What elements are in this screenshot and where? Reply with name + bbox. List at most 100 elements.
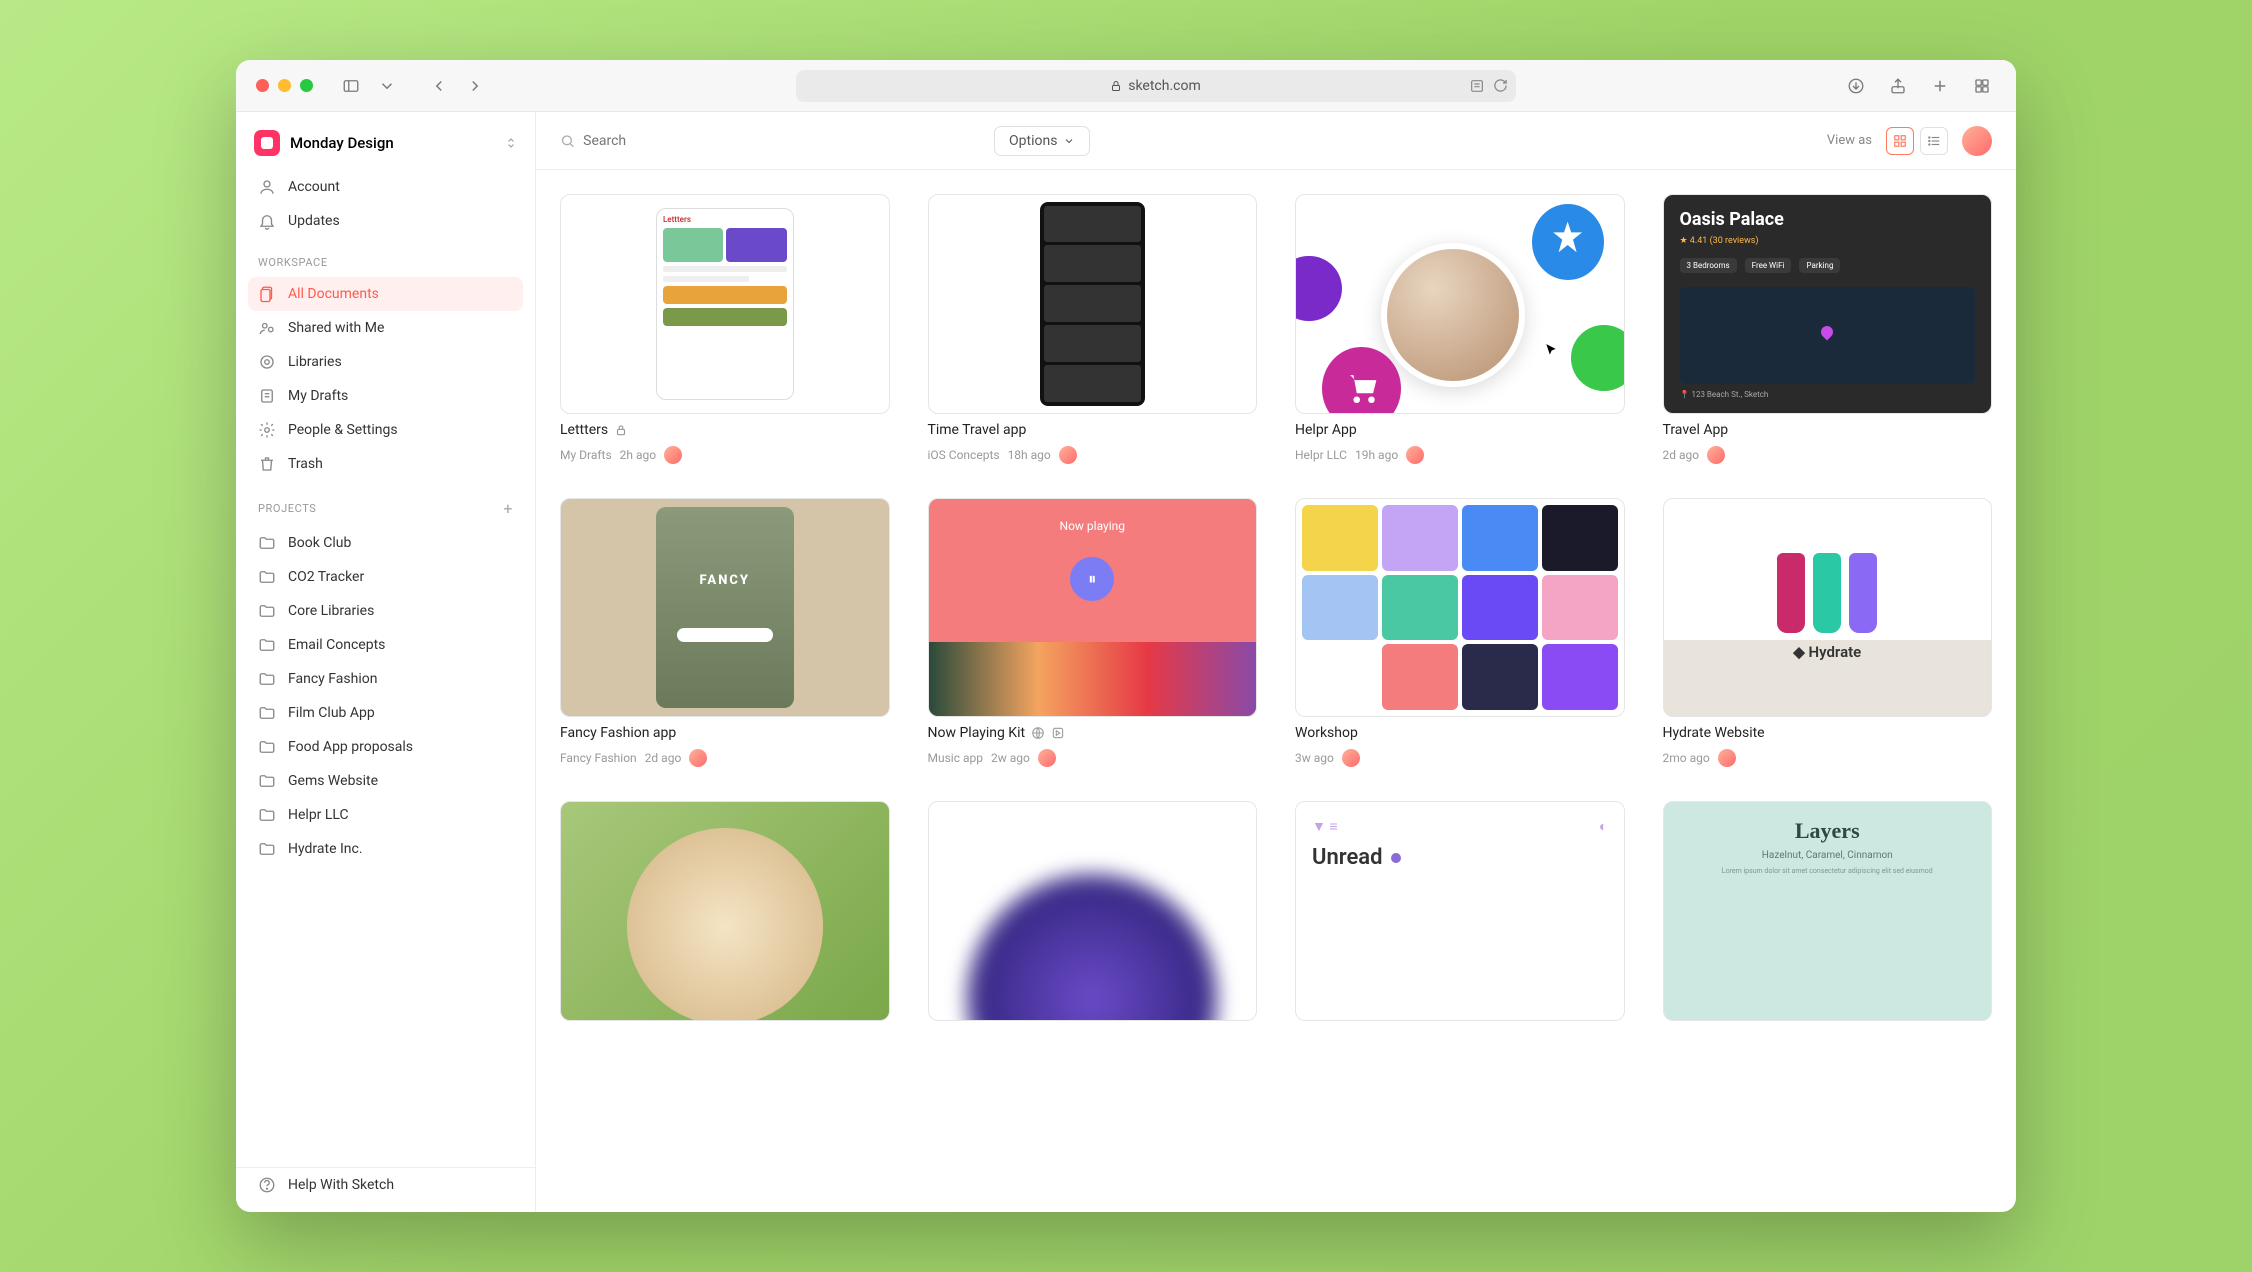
workspace-logo xyxy=(254,130,280,156)
document-card[interactable]: LayersHazelnut, Caramel, CinnamonLorem i… xyxy=(1663,801,1993,1021)
sidebar-item-updates[interactable]: Updates xyxy=(236,204,535,238)
chevron-down-icon xyxy=(1063,135,1075,147)
document-card[interactable]: Helpr App Helpr LLC19h ago xyxy=(1295,194,1625,464)
documents-grid: LetttersLettters My Drafts2h agoTime Tra… xyxy=(536,170,2016,1045)
sidebar-project-item[interactable]: Book Club xyxy=(236,526,535,560)
view-grid-button[interactable] xyxy=(1886,127,1914,155)
sidebar-item-label: Helpr LLC xyxy=(288,807,349,823)
document-card[interactable] xyxy=(928,801,1258,1021)
sidebar-item-account[interactable]: Account xyxy=(236,170,535,204)
sidebar-item-settings[interactable]: People & Settings xyxy=(236,413,535,447)
document-card[interactable]: Workshop 3w ago xyxy=(1295,498,1625,768)
sidebar-project-item[interactable]: Core Libraries xyxy=(236,594,535,628)
document-card[interactable]: Oasis Palace★ 4.41 (30 reviews)3 Bedroom… xyxy=(1663,194,1993,464)
documents-icon xyxy=(258,285,276,303)
sidebar-item-label: Libraries xyxy=(288,354,342,370)
sidebar-item-label: Book Club xyxy=(288,535,351,551)
author-avatar xyxy=(1718,749,1736,767)
view-as-label: View as xyxy=(1827,133,1872,148)
document-title: Time Travel app xyxy=(928,422,1258,438)
document-meta: Helpr LLC19h ago xyxy=(1295,446,1625,464)
sidebar-item-drafts[interactable]: My Drafts xyxy=(236,379,535,413)
sidebar-project-item[interactable]: Film Club App xyxy=(236,696,535,730)
sidebar-project-item[interactable]: Helpr LLC xyxy=(236,798,535,832)
document-meta: 2d ago xyxy=(1663,446,1993,464)
folder-icon xyxy=(258,840,276,858)
document-card[interactable]: LetttersLettters My Drafts2h ago xyxy=(560,194,890,464)
libraries-icon xyxy=(258,353,276,371)
author-avatar xyxy=(1059,446,1077,464)
add-project-button[interactable]: + xyxy=(503,499,513,518)
sidebar-item-label: Updates xyxy=(288,213,340,229)
sidebar-item-label: People & Settings xyxy=(288,422,398,438)
author-avatar xyxy=(1406,446,1424,464)
sidebar-item-label: Help With Sketch xyxy=(288,1177,394,1193)
share-icon[interactable] xyxy=(1884,72,1912,100)
sidebar-item-libraries[interactable]: Libraries xyxy=(236,345,535,379)
sidebar-item-label: My Drafts xyxy=(288,388,348,404)
document-card[interactable]: Now playing⏸Now Playing Kit Music app2w … xyxy=(928,498,1258,768)
window-controls xyxy=(256,79,313,92)
user-icon xyxy=(258,178,276,196)
author-avatar xyxy=(664,446,682,464)
workspace-switcher[interactable]: Monday Design xyxy=(236,122,535,170)
sidebar-project-item[interactable]: Hydrate Inc. xyxy=(236,832,535,866)
document-card[interactable]: ▼ ≡ ◐Unread xyxy=(1295,801,1625,1021)
back-button[interactable] xyxy=(425,72,453,100)
sidebar-item-trash[interactable]: Trash xyxy=(236,447,535,481)
author-avatar xyxy=(1707,446,1725,464)
tabs-overview-icon[interactable] xyxy=(1968,72,1996,100)
search-input[interactable] xyxy=(583,133,980,149)
sidebar-item-label: CO2 Tracker xyxy=(288,569,364,585)
reader-icon[interactable] xyxy=(1469,78,1485,94)
folder-icon xyxy=(258,806,276,824)
sidebar-item-label: Shared with Me xyxy=(288,320,384,336)
forward-button[interactable] xyxy=(461,72,489,100)
url-bar[interactable]: sketch.com xyxy=(796,70,1516,102)
document-title: Fancy Fashion app xyxy=(560,725,890,741)
sidebar-item-label: Fancy Fashion xyxy=(288,671,377,687)
sidebar-project-item[interactable]: Email Concepts xyxy=(236,628,535,662)
document-card[interactable]: Time Travel app iOS Concepts18h ago xyxy=(928,194,1258,464)
sidebar-item-all-documents[interactable]: All Documents xyxy=(248,277,523,311)
user-avatar[interactable] xyxy=(1962,126,1992,156)
document-meta: 2mo ago xyxy=(1663,749,1993,767)
titlebar: sketch.com xyxy=(236,60,2016,112)
new-tab-icon[interactable] xyxy=(1926,72,1954,100)
document-title: Helpr App xyxy=(1295,422,1625,438)
view-list-button[interactable] xyxy=(1920,127,1948,155)
options-dropdown[interactable]: Options xyxy=(994,126,1090,156)
chevron-down-icon[interactable] xyxy=(373,72,401,100)
sidebar-project-item[interactable]: Fancy Fashion xyxy=(236,662,535,696)
document-title: Now Playing Kit xyxy=(928,725,1258,741)
sidebar-item-label: Food App proposals xyxy=(288,739,413,755)
document-title: Hydrate Website xyxy=(1663,725,1993,741)
workspace-name: Monday Design xyxy=(290,134,495,152)
document-card[interactable]: FANCYFancy Fashion app Fancy Fashion2d a… xyxy=(560,498,890,768)
search-field[interactable] xyxy=(560,133,980,149)
reload-icon[interactable] xyxy=(1493,78,1508,93)
sidebar-item-label: Email Concepts xyxy=(288,637,385,653)
lock-icon xyxy=(1110,80,1122,92)
sidebar-item-shared[interactable]: Shared with Me xyxy=(236,311,535,345)
library-badge-icon xyxy=(1051,726,1065,740)
minimize-window-button[interactable] xyxy=(278,79,291,92)
document-title: Lettters xyxy=(560,422,890,438)
document-card[interactable]: ◆ HydrateHydrate Website 2mo ago xyxy=(1663,498,1993,768)
maximize-window-button[interactable] xyxy=(300,79,313,92)
sidebar-item-help[interactable]: Help With Sketch xyxy=(236,1168,535,1202)
document-card[interactable] xyxy=(560,801,890,1021)
sidebar-project-item[interactable]: Gems Website xyxy=(236,764,535,798)
help-icon xyxy=(258,1176,276,1194)
downloads-icon[interactable] xyxy=(1842,72,1870,100)
sidebar-toggle-icon[interactable] xyxy=(337,72,365,100)
sidebar-project-item[interactable]: Food App proposals xyxy=(236,730,535,764)
search-icon xyxy=(560,133,575,149)
folder-icon xyxy=(258,568,276,586)
document-meta: 3w ago xyxy=(1295,749,1625,767)
folder-icon xyxy=(258,636,276,654)
sidebar-project-item[interactable]: CO2 Tracker xyxy=(236,560,535,594)
sidebar-item-label: Account xyxy=(288,179,340,195)
close-window-button[interactable] xyxy=(256,79,269,92)
sidebar-item-label: All Documents xyxy=(288,286,379,302)
